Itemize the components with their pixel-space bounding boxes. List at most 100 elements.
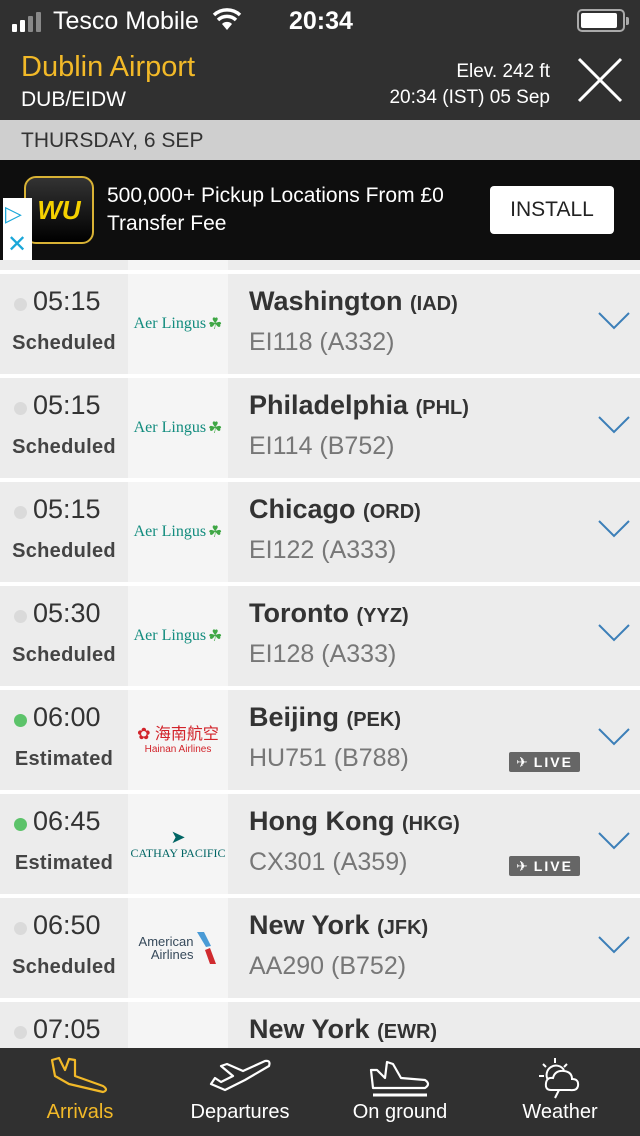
airline-logo: Aer Lingus ☘ <box>128 274 228 374</box>
flight-number: EI122 (A333) <box>249 536 397 564</box>
ad-app-icon: WU <box>24 176 94 244</box>
airline-logo: Aer Lingus ☘ <box>128 586 228 686</box>
ad-text: 500,000+ Pickup Locations From £0 Transf… <box>107 184 444 235</box>
tab-weather[interactable]: Weather <box>480 1048 640 1136</box>
install-button[interactable]: INSTALL <box>490 186 614 234</box>
flight-time: 06:50 <box>33 910 101 940</box>
flight-number: HU751 (B788) <box>249 744 409 772</box>
flight-time: 05:15 <box>33 390 101 420</box>
flight-row[interactable]: 06:50 Scheduled American Airlines New York… <box>0 898 640 998</box>
status-dot <box>14 1026 27 1039</box>
chevron-down-icon[interactable] <box>598 624 630 642</box>
live-badge[interactable]: ✈ LIVE <box>509 752 580 772</box>
flight-time: 05:30 <box>33 598 101 628</box>
airport-name: Dublin Airport <box>21 51 196 83</box>
tab-bar: Arrivals Departures On ground Weather <box>0 1048 640 1136</box>
cathay-brushwing-icon: ➤ <box>170 826 186 847</box>
flight-number: AA290 (B752) <box>249 952 407 980</box>
flight-row[interactable]: 05:15 Scheduled Aer Lingus ☘ Washington (I… <box>0 274 640 374</box>
tab-on-ground[interactable]: On ground <box>320 1048 480 1136</box>
flight-time: 07:05 <box>33 1014 101 1044</box>
destination: New York (JFK) <box>249 910 429 940</box>
shamrock-icon: ☘ <box>208 316 223 333</box>
destination: Chicago (ORD) <box>249 494 421 524</box>
status-bar: Tesco Mobile 20:34 <box>0 0 640 42</box>
flight-time: 05:15 <box>33 494 101 524</box>
chevron-down-icon[interactable] <box>598 936 630 954</box>
chevron-down-icon[interactable] <box>598 520 630 538</box>
arrivals-icon <box>50 1056 108 1094</box>
flight-list[interactable]: 05:15 Scheduled Aer Lingus ☘ Washington (I… <box>0 260 640 1048</box>
carrier-name: Tesco Mobile <box>53 7 199 35</box>
local-time: 20:34 (IST) 05 Sep <box>389 87 550 108</box>
flight-status: Scheduled <box>12 540 116 562</box>
live-badge[interactable]: ✈ LIVE <box>509 856 580 876</box>
flight-status: Scheduled <box>12 436 116 458</box>
flight-time: 05:15 <box>33 286 101 316</box>
shamrock-icon: ☘ <box>208 420 223 437</box>
flight-row[interactable]: 07:05Scheduled New York (EWR) <box>0 1002 640 1048</box>
destination: Beijing (PEK) <box>249 702 401 732</box>
airport-codes: DUB/EIDW <box>21 88 126 111</box>
flight-row-partial <box>0 260 640 270</box>
chevron-down-icon[interactable] <box>598 312 630 330</box>
flight-status: Estimated <box>14 852 114 874</box>
ad-close-icon[interactable]: ✕ <box>7 230 27 259</box>
elevation: Elev. 242 ft <box>456 61 550 82</box>
airline-logo: ➤ CATHAY PACIFIC <box>128 794 228 894</box>
airline-logo: American Airlines <box>128 898 228 998</box>
destination: Hong Kong (HKG) <box>249 806 460 836</box>
on-ground-icon <box>369 1060 430 1097</box>
destination: Toronto (YYZ) <box>249 598 409 628</box>
flight-time: 06:45 <box>33 806 101 836</box>
airline-logo: Aer Lingus ☘ <box>128 482 228 582</box>
tab-arrivals[interactable]: Arrivals <box>0 1048 160 1136</box>
tab-departures[interactable]: Departures <box>160 1048 320 1136</box>
airline-logo <box>128 1002 228 1048</box>
status-dot <box>14 922 27 935</box>
close-icon[interactable] <box>576 56 624 104</box>
airline-logo: Aer Lingus ☘ <box>128 378 228 478</box>
destination: New York (EWR) <box>249 1014 438 1044</box>
flight-row[interactable]: 05:15 Scheduled Aer Lingus ☘ Chicago (ORD)… <box>0 482 640 582</box>
flight-row[interactable]: 05:15 Scheduled Aer Lingus ☘ Philadelphia … <box>0 378 640 478</box>
status-dot <box>14 714 27 727</box>
weather-icon <box>539 1058 580 1099</box>
status-dot <box>14 506 27 519</box>
ad-choices[interactable]: ▷ ✕ <box>3 198 32 260</box>
shamrock-icon: ☘ <box>208 628 223 645</box>
departures-icon <box>209 1059 271 1092</box>
airport-header: Dublin Airport DUB/EIDW Elev. 242 ft 20:… <box>0 42 640 120</box>
destination: Philadelphia (PHL) <box>249 390 469 420</box>
status-dot <box>14 402 27 415</box>
status-dot <box>14 818 27 831</box>
hainan-emblem-icon: ✿ <box>137 725 151 743</box>
clock: 20:34 <box>289 7 353 35</box>
shamrock-icon: ☘ <box>208 524 223 541</box>
flight-row[interactable]: 06:45 Estimated ➤ CATHAY PACIFIC Hong Kong… <box>0 794 640 894</box>
flight-time: 06:00 <box>33 702 101 732</box>
flight-row[interactable]: 06:00 Estimated ✿ 海南航空 Hainan Airlines Bei… <box>0 690 640 790</box>
plane-icon: ✈ <box>516 857 530 874</box>
plane-icon: ✈ <box>516 753 530 770</box>
flight-number: EI118 (A332) <box>249 328 395 356</box>
airline-logo: ✿ 海南航空 Hainan Airlines <box>128 690 228 790</box>
ad-banner[interactable]: WU 500,000+ Pickup Locations From £0 Tra… <box>0 160 640 260</box>
flight-status: Scheduled <box>12 644 116 666</box>
chevron-down-icon[interactable] <box>598 832 630 850</box>
signal-icon <box>12 12 41 32</box>
status-dot <box>14 610 27 623</box>
date-header: THURSDAY, 6 SEP <box>0 120 640 160</box>
chevron-down-icon[interactable] <box>598 416 630 434</box>
ad-info-icon[interactable]: ▷ <box>5 201 22 227</box>
flight-status: Estimated <box>14 748 114 770</box>
flight-number: CX301 (A359) <box>249 848 408 876</box>
chevron-down-icon[interactable] <box>598 728 630 746</box>
destination: Washington (IAD) <box>249 286 458 316</box>
flight-status: Scheduled <box>12 956 116 978</box>
flight-number: EI128 (A333) <box>249 640 397 668</box>
wifi-icon <box>212 8 242 30</box>
flight-row[interactable]: 05:30 Scheduled Aer Lingus ☘ Toronto (YYZ)… <box>0 586 640 686</box>
status-dot <box>14 298 27 311</box>
flight-status: Scheduled <box>12 332 116 354</box>
